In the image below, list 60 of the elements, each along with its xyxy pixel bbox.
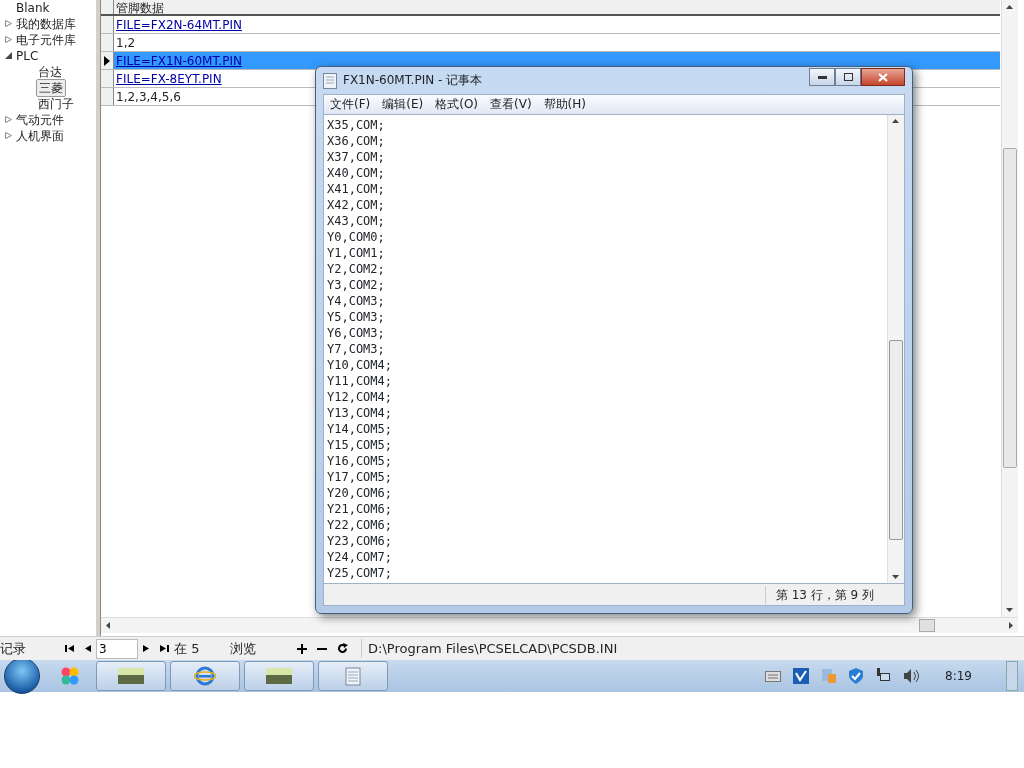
minimize-icon [817,75,827,79]
tree-item[interactable]: PLC [14,48,41,64]
start-button[interactable] [4,658,40,694]
tree-item[interactable]: 气动元件 [14,112,66,128]
keyboard-icon[interactable] [765,670,782,682]
scroll-thumb[interactable] [1003,148,1017,468]
maximize-button[interactable] [835,68,861,86]
tree-item[interactable]: 人机界面 [14,128,66,144]
file-link[interactable]: FILE=FX2N-64MT.PIN [116,18,242,32]
maximize-icon [843,73,853,81]
clock: 8:19 [945,668,972,685]
scroll-down-icon[interactable] [892,575,899,580]
scroll-thumb[interactable] [889,340,903,541]
tree-item[interactable]: 西门子 [36,96,76,112]
tree-item[interactable]: 三菱 [36,79,66,97]
record-total: 在 5 [174,639,201,658]
tree-item[interactable]: Blank [14,0,52,16]
record-field[interactable]: 3 [96,638,138,659]
notepad-icon[interactable] [318,661,388,691]
table-cell: 1,2,3,4,5,6 [116,90,181,104]
app-window-icon[interactable] [96,661,166,691]
speaker-icon[interactable] [903,669,920,683]
record-label: 记录 [0,639,27,658]
file-link[interactable]: FILE=FX1N-60MT.PIN [116,54,242,68]
window-title: FX1N-60MT.PIN - 记事本 [343,72,483,90]
expander-icon[interactable] [4,52,12,59]
file-path: D:\Program Files\PCSELCAD\PCSDB.INI [361,638,618,659]
tree-item[interactable]: 电子元件库 [14,32,78,48]
mode-label: 浏览 [230,639,257,658]
vertical-scrollbar[interactable] [887,115,904,584]
menu-item[interactable]: 编辑(E) [376,95,430,114]
shield-icon[interactable] [849,668,864,684]
status-position: 第 13 行，第 9 列 [764,585,904,604]
scroll-right-icon[interactable] [1009,622,1013,629]
menu-item[interactable]: 帮助(H) [537,95,592,114]
row-header[interactable] [101,52,114,69]
horizontal-scrollbar[interactable] [101,617,1018,633]
app-tray-icon[interactable] [793,668,810,684]
scroll-up-icon[interactable] [1006,5,1013,9]
scroll-left-icon[interactable] [106,622,110,629]
minimize-button[interactable] [809,68,835,86]
app-window-icon[interactable] [244,661,314,691]
network-icon[interactable] [875,668,892,684]
menu-item[interactable]: 文件(F) [324,95,377,114]
menu-item[interactable]: 查看(V) [484,95,538,114]
scroll-thumb[interactable] [919,619,935,632]
file-link[interactable]: FILE=FX-8EYT.PIN [116,72,222,86]
notepad-icon [323,71,337,89]
close-icon [878,72,888,82]
scroll-up-icon[interactable] [892,119,899,124]
tree-item[interactable]: 台达 [36,64,64,80]
colorful-tray-icon[interactable] [821,668,838,684]
browser-icon[interactable] [170,661,240,691]
tree-item[interactable]: 我的数据库 [14,16,78,32]
column-header: 管脚数据 [116,1,164,15]
close-button[interactable] [861,68,905,86]
scroll-down-icon[interactable] [1006,608,1013,612]
vertical-scrollbar[interactable] [1001,0,1018,617]
table-cell: 1,2 [116,36,136,50]
menu-item[interactable]: 格式(O) [429,95,485,114]
